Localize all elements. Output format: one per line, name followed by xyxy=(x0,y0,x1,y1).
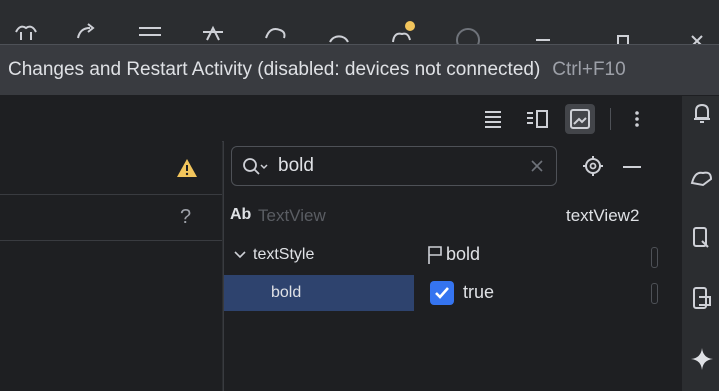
component-type-badge: Ab xyxy=(230,206,252,223)
attribute-name: textStyle xyxy=(253,246,315,263)
split-view-icon[interactable] xyxy=(522,104,552,134)
code-view-icon[interactable] xyxy=(478,104,508,134)
attributes-panel: bold Ab TextView textView2 textStyle bol… xyxy=(223,141,682,391)
component-id: textView2 xyxy=(566,206,640,225)
attribute-resize-handle[interactable] xyxy=(651,283,658,304)
bold-checkbox[interactable] xyxy=(430,281,454,305)
flag-icon xyxy=(427,245,443,265)
attribute-value[interactable]: bold xyxy=(446,244,480,265)
minimize-window-icon[interactable] xyxy=(530,18,558,46)
search-query-text: bold xyxy=(278,155,314,176)
search-icon xyxy=(242,156,272,178)
run-config-icon[interactable] xyxy=(12,18,40,46)
chevron-down-icon[interactable] xyxy=(234,251,246,259)
settings-gear-icon[interactable] xyxy=(581,154,605,178)
running-devices-icon[interactable] xyxy=(689,285,715,311)
more-options-icon[interactable] xyxy=(622,104,652,134)
notifications-icon[interactable] xyxy=(689,100,715,126)
gemini-assistant-icon[interactable] xyxy=(689,163,715,189)
warning-icon[interactable] xyxy=(176,158,198,178)
main-toolbar xyxy=(0,0,719,46)
design-view-icon[interactable] xyxy=(565,104,595,134)
component-tree-header xyxy=(0,141,222,195)
ai-sparkle-icon[interactable] xyxy=(689,346,715,372)
profiler-icon[interactable] xyxy=(262,18,290,46)
attribute-row[interactable]: textStyle bold xyxy=(224,237,682,273)
debug-icon[interactable] xyxy=(199,18,227,46)
apply-changes-icon[interactable] xyxy=(136,18,164,46)
attribute-name: bold xyxy=(271,284,302,301)
toolbar-divider xyxy=(610,108,611,130)
attribute-value: true xyxy=(463,282,495,302)
tooltip-text: Changes and Restart Activity (disabled: … xyxy=(8,59,541,80)
component-type: TextView xyxy=(258,206,326,225)
attribute-row[interactable]: bold true xyxy=(224,275,682,311)
clear-search-icon[interactable] xyxy=(530,159,544,173)
tooltip: Changes and Restart Activity (disabled: … xyxy=(0,44,719,96)
device-manager-icon[interactable] xyxy=(689,225,715,251)
restore-window-icon[interactable] xyxy=(610,18,638,46)
row-selection-highlight xyxy=(224,275,414,311)
hide-panel-icon[interactable] xyxy=(623,166,641,168)
right-tool-strip xyxy=(681,96,719,391)
tooltip-shortcut: Ctrl+F10 xyxy=(552,59,626,80)
close-window-icon[interactable] xyxy=(686,18,714,46)
settings-update-icon[interactable] xyxy=(388,18,416,46)
rerun-icon[interactable] xyxy=(72,18,100,46)
attribute-search-input[interactable]: bold xyxy=(231,146,557,186)
component-tree-panel: ? xyxy=(0,141,222,391)
attribute-resize-handle[interactable] xyxy=(651,247,658,268)
help-icon[interactable]: ? xyxy=(180,206,191,229)
component-header: Ab TextView textView2 xyxy=(224,201,682,231)
search-everywhere-icon[interactable] xyxy=(325,18,353,46)
account-icon[interactable] xyxy=(454,18,482,46)
palette-header: ? xyxy=(0,194,222,241)
design-toolbar xyxy=(0,96,681,142)
